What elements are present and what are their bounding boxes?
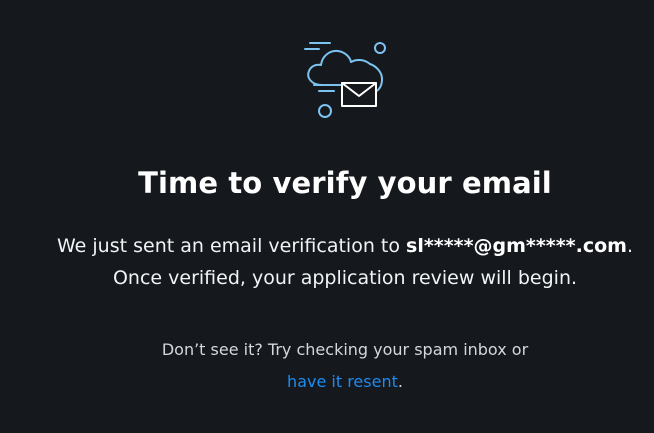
resend-link[interactable]: have it resent: [287, 372, 398, 391]
masked-email: sl*****@gm*****.com: [406, 235, 627, 257]
verification-message: We just sent an email verification to sl…: [0, 230, 654, 294]
verification-message-line-2: Once verified, your application review w…: [112, 267, 578, 289]
verification-message-line-1: We just sent an email verification to sl…: [0, 230, 654, 262]
email-cloud-icon: [304, 42, 386, 118]
verify-email-page: Time to verify your email We just sent a…: [0, 0, 654, 433]
spam-hint: Don’t see it? Try checking your spam inb…: [0, 334, 654, 398]
spam-hint-text: Don’t see it? Try checking your spam inb…: [161, 340, 529, 359]
page-title: Time to verify your email: [138, 166, 552, 200]
message-prefix: We just sent an email verification to: [57, 235, 407, 257]
message-suffix: .: [626, 235, 633, 257]
resend-line: have it resent.: [0, 366, 654, 398]
resend-suffix: .: [397, 372, 403, 391]
